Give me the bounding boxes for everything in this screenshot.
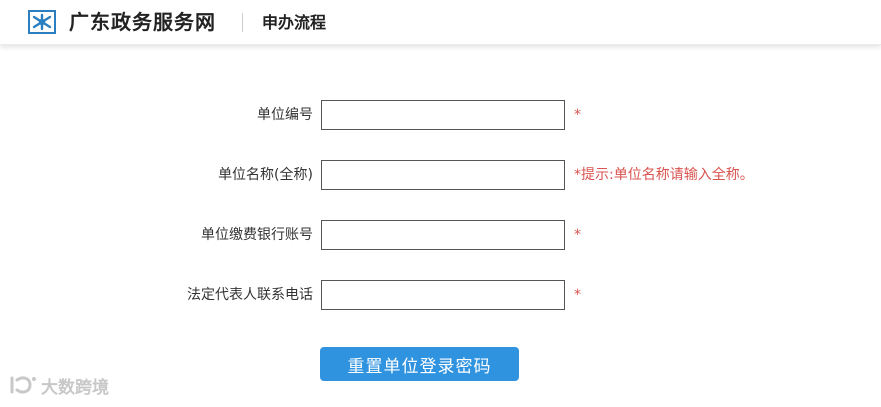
- legal-rep-phone-label: 法定代表人联系电话: [187, 287, 313, 303]
- unit-name-label: 单位名称(全称): [218, 167, 313, 183]
- form-row-unit-name: 单位名称(全称) *提示:单位名称请输入全称。: [0, 160, 881, 190]
- reset-password-button[interactable]: 重置单位登录密码: [320, 347, 519, 381]
- site-name[interactable]: 广东政务服务网: [69, 9, 216, 35]
- unit-name-input[interactable]: [321, 160, 565, 190]
- legal-rep-phone-required-mark: *: [574, 287, 581, 303]
- form-row-bank-account: 单位缴费银行账号 *: [0, 220, 881, 250]
- form-row-unit-number: 单位编号 *: [0, 100, 881, 130]
- legal-rep-phone-input[interactable]: [321, 280, 565, 310]
- watermark: 大数跨境: [8, 372, 109, 398]
- unit-number-required-mark: *: [574, 107, 581, 123]
- bank-account-label: 单位缴费银行账号: [201, 227, 313, 243]
- watermark-text: 大数跨境: [41, 377, 109, 398]
- top-header: 广东政务服务网 申办流程: [0, 0, 881, 45]
- form-row-legal-rep-phone: 法定代表人联系电话 *: [0, 280, 881, 310]
- watermark-logo-icon: [10, 376, 36, 394]
- unit-number-label: 单位编号: [257, 107, 313, 123]
- unit-number-input[interactable]: [321, 100, 565, 130]
- header-divider: [242, 13, 243, 32]
- bank-account-required-mark: *: [574, 227, 581, 243]
- page-title: 申办流程: [262, 13, 327, 32]
- guangdong-gov-logo-icon[interactable]: [28, 10, 56, 34]
- unit-name-hint: *提示:单位名称请输入全称。: [574, 167, 754, 183]
- bank-account-input[interactable]: [321, 220, 565, 250]
